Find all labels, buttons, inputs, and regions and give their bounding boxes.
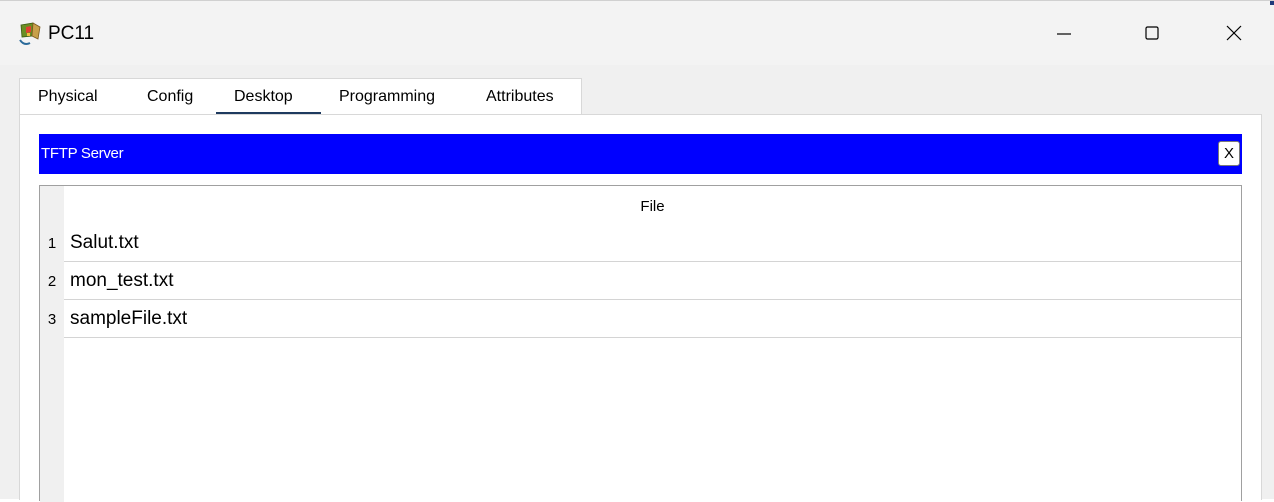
- tftp-server-titlebar: TFTP Server X: [39, 134, 1242, 174]
- close-icon: [1226, 25, 1242, 41]
- tab-physical[interactable]: Physical: [38, 88, 98, 106]
- tftp-server-title: TFTP Server: [41, 145, 124, 162]
- file-cell[interactable]: sampleFile.txt: [64, 300, 1241, 338]
- tab-attributes[interactable]: Attributes: [486, 88, 554, 106]
- maximize-icon: [1145, 26, 1159, 40]
- tab-config[interactable]: Config: [147, 88, 193, 106]
- table-row[interactable]: 2 mon_test.txt: [40, 262, 1241, 300]
- window-title: PC11: [48, 23, 95, 44]
- tab-bar: Physical Config Desktop Programming Attr…: [19, 78, 582, 116]
- pc-device-icon: [19, 22, 41, 45]
- table-row[interactable]: 1 Salut.txt: [40, 224, 1241, 262]
- row-number: 3: [47, 311, 57, 328]
- minimize-icon: [1057, 33, 1071, 35]
- column-header-label: File: [640, 198, 665, 215]
- tab-desktop[interactable]: Desktop: [234, 88, 293, 106]
- minimize-button[interactable]: [1036, 7, 1092, 59]
- file-cell[interactable]: Salut.txt: [64, 224, 1241, 262]
- window-corner-accent: [1270, 1, 1274, 5]
- column-header-file[interactable]: File: [64, 186, 1241, 224]
- tftp-close-button[interactable]: X: [1218, 141, 1240, 166]
- row-number: 2: [47, 273, 57, 290]
- window-titlebar: PC11: [0, 1, 1274, 65]
- close-button[interactable]: [1206, 7, 1262, 59]
- pc11-window: PC11 Physical Config Desktop Programming…: [0, 0, 1274, 502]
- row-number: 1: [47, 235, 57, 252]
- tab-programming[interactable]: Programming: [339, 88, 435, 106]
- file-cell[interactable]: mon_test.txt: [64, 262, 1241, 300]
- file-table: File 1 Salut.txt 2 mon_test.txt 3 sample…: [39, 185, 1242, 502]
- table-row[interactable]: 3 sampleFile.txt: [40, 300, 1241, 338]
- maximize-button[interactable]: [1124, 7, 1180, 59]
- desktop-panel: TFTP Server X File 1 Salut.txt 2 mon_tes…: [19, 114, 1262, 502]
